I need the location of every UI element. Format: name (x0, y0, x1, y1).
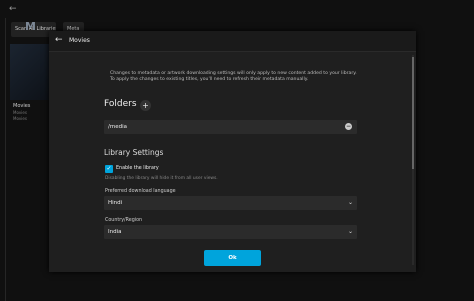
country-select[interactable]: India ⌄ (104, 225, 357, 239)
library-edit-dialog: ← Movies Changes to metadata or artwork … (49, 31, 416, 272)
dialog-header: ← Movies (49, 31, 416, 52)
minus-circle-icon[interactable]: − (345, 123, 352, 130)
folder-path: /media (108, 124, 127, 130)
country-label: Country/Region (105, 218, 143, 223)
back-arrow-icon[interactable]: ← (9, 4, 17, 14)
dialog-title: Movies (69, 37, 90, 44)
country-value: India (108, 229, 122, 235)
ok-button[interactable]: Ok (204, 250, 261, 266)
add-folder-button[interactable]: + (140, 100, 151, 111)
library-card-subtitle: Movies (13, 116, 27, 121)
arrow-left-icon[interactable]: ← (55, 35, 63, 45)
scrollbar-thumb[interactable] (412, 57, 414, 169)
library-card-subtitle: Movies (13, 110, 27, 115)
chevron-down-icon: ⌄ (347, 199, 353, 206)
library-card-logo: M (25, 20, 36, 33)
download-language-select[interactable]: Hindi ⌄ (104, 196, 357, 210)
plus-icon: + (142, 101, 149, 110)
notice-text: To apply the changes to existing titles,… (110, 77, 309, 82)
enable-library-label: Enable the library (116, 166, 159, 171)
library-card-title: Movies (13, 103, 31, 109)
download-language-label: Preferred download language (105, 189, 176, 194)
library-card-image[interactable] (10, 44, 52, 100)
download-language-value: Hindi (108, 200, 123, 206)
divider (5, 18, 6, 301)
check-icon: ✓ (106, 165, 112, 172)
enable-library-help: Disabling the library will hide it from … (105, 176, 218, 181)
chevron-down-icon: ⌄ (347, 228, 353, 235)
folders-heading: Folders (104, 99, 137, 109)
notice-text: Changes to metadata or artwork downloadi… (110, 71, 357, 76)
enable-library-checkbox[interactable]: ✓ (105, 165, 113, 173)
folder-path-row: /media − (104, 120, 357, 134)
library-settings-heading: Library Settings (104, 148, 164, 157)
